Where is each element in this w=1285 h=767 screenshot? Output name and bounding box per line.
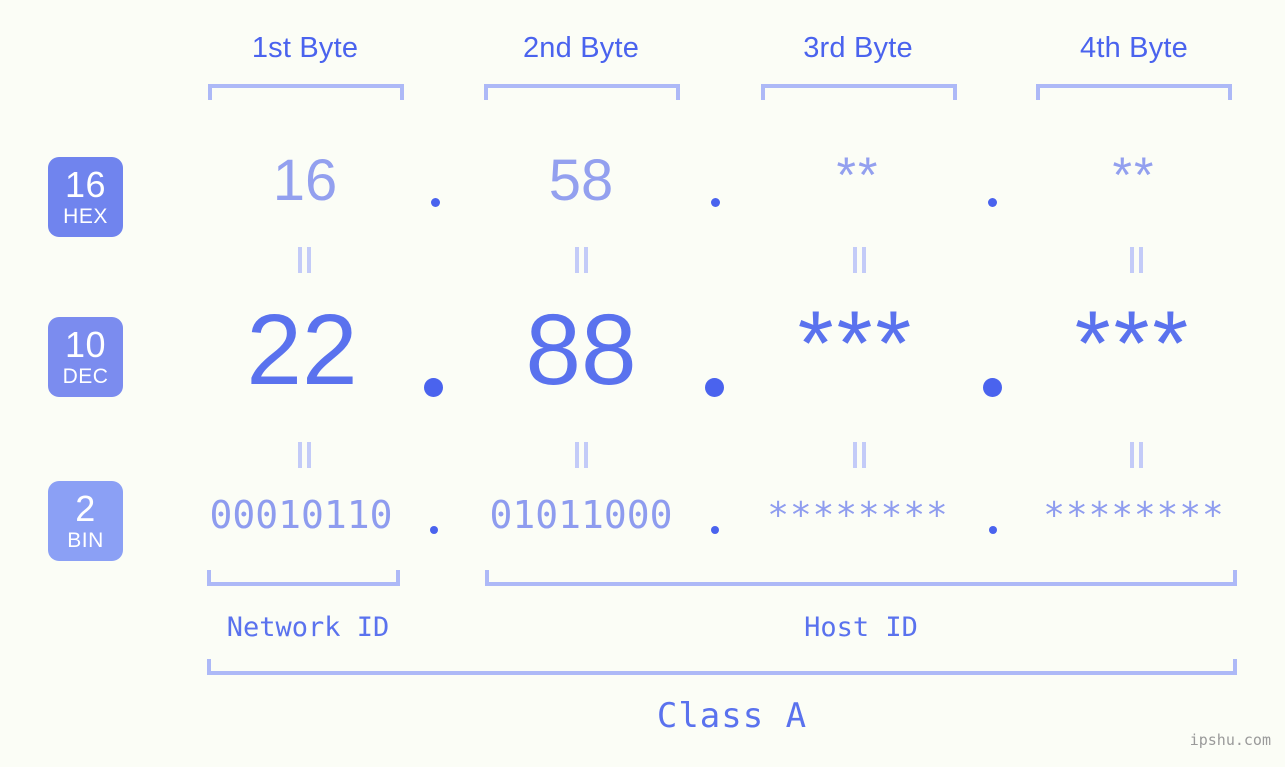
dec-byte-4: *** bbox=[1074, 293, 1192, 395]
byte-header-2: 2nd Byte bbox=[522, 32, 640, 64]
equals-hex-dec-4 bbox=[1126, 247, 1146, 273]
byte-bracket-4 bbox=[1036, 84, 1232, 100]
equals-hex-dec-2 bbox=[571, 247, 591, 273]
byte-bracket-3 bbox=[761, 84, 957, 100]
hex-byte-1: 16 bbox=[272, 148, 338, 213]
network-id-bracket bbox=[207, 570, 400, 586]
watermark: ipshu.com bbox=[1189, 731, 1271, 749]
byte-bracket-1 bbox=[208, 84, 404, 100]
hex-byte-4: ** bbox=[1112, 147, 1156, 203]
base-badge-hex-name: HEX bbox=[63, 205, 108, 228]
network-id-label: Network ID bbox=[226, 612, 390, 643]
equals-hex-dec-1 bbox=[294, 247, 314, 273]
byte-header-3: 3rd Byte bbox=[803, 32, 913, 64]
hex-byte-2: 58 bbox=[548, 148, 614, 213]
dec-separator-dot-1 bbox=[424, 378, 443, 397]
hex-separator-dot-3 bbox=[988, 198, 997, 207]
base-badge-bin-name: BIN bbox=[67, 529, 104, 552]
ip-address-breakdown-diagram: 1st Byte 2nd Byte 3rd Byte 4th Byte 16 H… bbox=[0, 0, 1285, 767]
base-badge-bin-number: 2 bbox=[75, 488, 96, 529]
base-badge-hex[interactable]: 16 HEX bbox=[48, 157, 123, 237]
equals-dec-bin-2 bbox=[571, 442, 591, 468]
dec-byte-3: *** bbox=[797, 293, 915, 395]
class-bracket bbox=[207, 659, 1237, 675]
class-label: Class A bbox=[656, 696, 808, 736]
base-badge-hex-number: 16 bbox=[64, 164, 107, 205]
base-badge-bin[interactable]: 2 BIN bbox=[48, 481, 123, 561]
hex-separator-dot-2 bbox=[711, 198, 720, 207]
hex-separator-dot-1 bbox=[431, 198, 440, 207]
dec-byte-1: 22 bbox=[246, 294, 358, 406]
equals-hex-dec-3 bbox=[849, 247, 869, 273]
dec-byte-2: 88 bbox=[525, 294, 637, 406]
bin-byte-1: 00010110 bbox=[209, 493, 393, 537]
host-id-label: Host ID bbox=[804, 612, 918, 643]
host-id-bracket bbox=[485, 570, 1237, 586]
base-badge-dec-name: DEC bbox=[62, 365, 109, 388]
bin-byte-2: 01011000 bbox=[489, 493, 673, 537]
base-badge-dec-number: 10 bbox=[64, 324, 107, 365]
byte-header-4: 4th Byte bbox=[1080, 32, 1188, 64]
hex-byte-3: ** bbox=[836, 147, 880, 203]
base-badge-dec[interactable]: 10 DEC bbox=[48, 317, 123, 397]
bin-byte-4: ******** bbox=[1043, 495, 1225, 536]
equals-dec-bin-3 bbox=[849, 442, 869, 468]
bin-byte-3: ******** bbox=[767, 495, 949, 536]
bin-separator-dot-1 bbox=[430, 526, 438, 534]
dec-separator-dot-2 bbox=[705, 378, 724, 397]
byte-header-1: 1st Byte bbox=[251, 32, 359, 64]
dec-separator-dot-3 bbox=[983, 378, 1002, 397]
equals-dec-bin-1 bbox=[294, 442, 314, 468]
bin-separator-dot-2 bbox=[711, 526, 719, 534]
bin-separator-dot-3 bbox=[989, 526, 997, 534]
equals-dec-bin-4 bbox=[1126, 442, 1146, 468]
byte-bracket-2 bbox=[484, 84, 680, 100]
